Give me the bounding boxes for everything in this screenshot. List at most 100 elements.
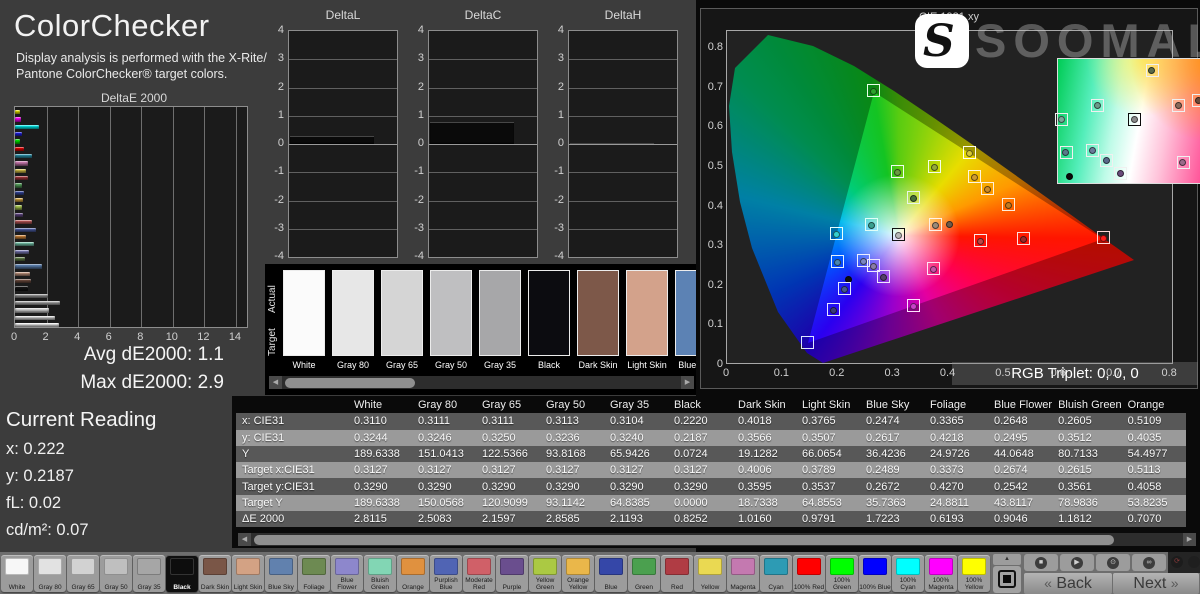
pattern-tile-orange[interactable]: Orange [397,555,429,592]
swatch-gray-50[interactable] [430,270,472,356]
table-cell: 36.4236 [860,446,924,462]
cie-x-tick: 0.7 [1102,367,1126,379]
table-cell: 1.7223 [860,511,924,527]
pattern-up-button[interactable]: ▲ [993,554,1021,565]
swatch-scrollbar[interactable]: ◀ ▶ [269,376,694,389]
table-cell: 0.3111 [412,413,476,429]
play-button[interactable]: ▶ [1060,554,1094,571]
pattern-window-button[interactable] [993,566,1021,593]
table-cell: 0.4218 [924,430,988,446]
swatch-black[interactable] [528,270,570,356]
y-tick-label: 0 [546,137,564,149]
cie-target-square [801,336,814,349]
table-cell: 0.3537 [796,478,860,494]
column-header: Orange [1122,397,1186,413]
swatch-light-skin[interactable] [626,270,668,356]
swatch-scroll-thumb[interactable] [285,378,415,388]
swatch-gray-65[interactable] [381,270,423,356]
scroll-left-icon[interactable]: ◀ [238,533,251,546]
pattern-tile-gray-65[interactable]: Gray 65 [67,555,99,592]
tile-swatch [137,558,161,575]
table-scrollbar[interactable]: ◀ ▶ [238,533,1196,546]
stop-button[interactable]: ■ [1024,554,1058,571]
pattern-tile-black[interactable]: Black [166,555,198,592]
loop-button[interactable]: ∞ [1132,554,1166,571]
swatch-gray-80[interactable] [332,270,374,356]
next-button-label: Next [1133,575,1166,592]
pattern-tile-white[interactable]: White [1,555,33,592]
deltal-chart-title: DeltaL [288,8,398,22]
pattern-tile-100-cyan[interactable]: 100% Cyan [892,555,924,592]
pattern-tile-100-yellow[interactable]: 100% Yellow [958,555,990,592]
pattern-tile-dark-skin[interactable]: Dark Skin [199,555,231,592]
page-subtitle: Display analysis is performed with the X… [16,50,267,83]
scroll-right-icon[interactable]: ▶ [1183,533,1196,546]
deltae-bar-magenta [15,161,28,165]
de2000-stats: Avg dE2000: 1.1 Max dE2000: 2.9 [0,341,224,396]
pattern-tile-blue-sky[interactable]: Blue Sky [265,555,297,592]
y-tick-label: -1 [266,165,284,177]
pattern-tile-yellow-green[interactable]: Yellow Green [529,555,561,592]
pattern-tile-100-blue[interactable]: 100% Blue [859,555,891,592]
pattern-tile-red[interactable]: Red [661,555,693,592]
pattern-tile-light-skin[interactable]: Light Skin [232,555,264,592]
deltah-chart [568,30,678,258]
pattern-tile-moderate-red[interactable]: Moderate Red [463,555,495,592]
swatch-label: Light Skin [626,360,668,370]
cie-measured-dot [931,164,938,171]
tile-label: Blue [595,584,627,591]
table-cell: 65.9426 [604,446,668,462]
pattern-tile-gray-35[interactable]: Gray 35 [133,555,165,592]
pattern-tile-100-magenta[interactable]: 100% Magenta [925,555,957,592]
pattern-tile-blue-flower[interactable]: Blue Flower [331,555,363,592]
pattern-tile-magenta[interactable]: Magenta [727,555,759,592]
tile-swatch [104,558,128,575]
table-cell: 0.4018 [732,413,796,429]
pattern-tile-purplish-blue[interactable]: Purplish Blue [430,555,462,592]
pattern-tile-gray-50[interactable]: Gray 50 [100,555,132,592]
pattern-tile-cyan[interactable]: Cyan [760,555,792,592]
table-cell: 0.3113 [540,413,604,429]
tile-label: Yellow [694,584,726,591]
swatch-dark-skin[interactable] [577,270,619,356]
table-cell: 0.2617 [860,430,924,446]
single-button[interactable]: ⊙ [1096,554,1130,571]
scroll-right-icon[interactable]: ▶ [681,376,694,389]
table-cell: 122.5366 [476,446,540,462]
table-cell: 0.3127 [668,462,732,478]
next-button[interactable]: Next » [1113,573,1199,594]
deltae-bar-100-red [15,147,24,151]
pattern-tile-orange-yellow[interactable]: Orange Yellow [562,555,594,592]
pattern-tile-gray-80[interactable]: Gray 80 [34,555,66,592]
pattern-tile-blue[interactable]: Blue [595,555,627,592]
swatch-blue-sky[interactable] [675,270,698,356]
back-button[interactable]: « Back [1024,573,1112,594]
refresh-icon[interactable]: ⟳ [1171,556,1183,568]
gridline [569,88,677,89]
pattern-tile-100-red[interactable]: 100% Red [793,555,825,592]
record-icon[interactable] [1188,556,1200,568]
pattern-tile-green[interactable]: Green [628,555,660,592]
stop-icon: ■ [1035,557,1047,569]
y-tick-label: -1 [546,165,564,177]
cie-inset-dot [1131,116,1138,123]
cie-y-tick: 0.4 [703,200,723,212]
tile-label: Orange Yellow [562,577,594,591]
table-cell: 0.9791 [796,511,860,527]
cie-x-tick: 0.8 [1157,367,1181,379]
tile-label: 100% Green [826,577,858,591]
cie-chart: RGB Triplet: 0, 0, 0 [726,30,1173,364]
cie-inset-dot [1066,173,1073,180]
swatch-gray-35[interactable] [479,270,521,356]
pattern-tile-bluish-green[interactable]: Bluish Green [364,555,396,592]
scroll-left-icon[interactable]: ◀ [269,376,282,389]
pattern-tile-purple[interactable]: Purple [496,555,528,592]
pattern-tile-100-green[interactable]: 100% Green [826,555,858,592]
table-scroll-thumb[interactable] [254,535,1114,545]
swatch-white[interactable] [283,270,325,356]
pattern-tile-yellow[interactable]: Yellow [694,555,726,592]
tile-swatch [170,558,194,575]
swatch-label: Dark Skin [577,360,619,370]
deltae-bar-light-skin [15,272,30,276]
pattern-tile-foliage[interactable]: Foliage [298,555,330,592]
